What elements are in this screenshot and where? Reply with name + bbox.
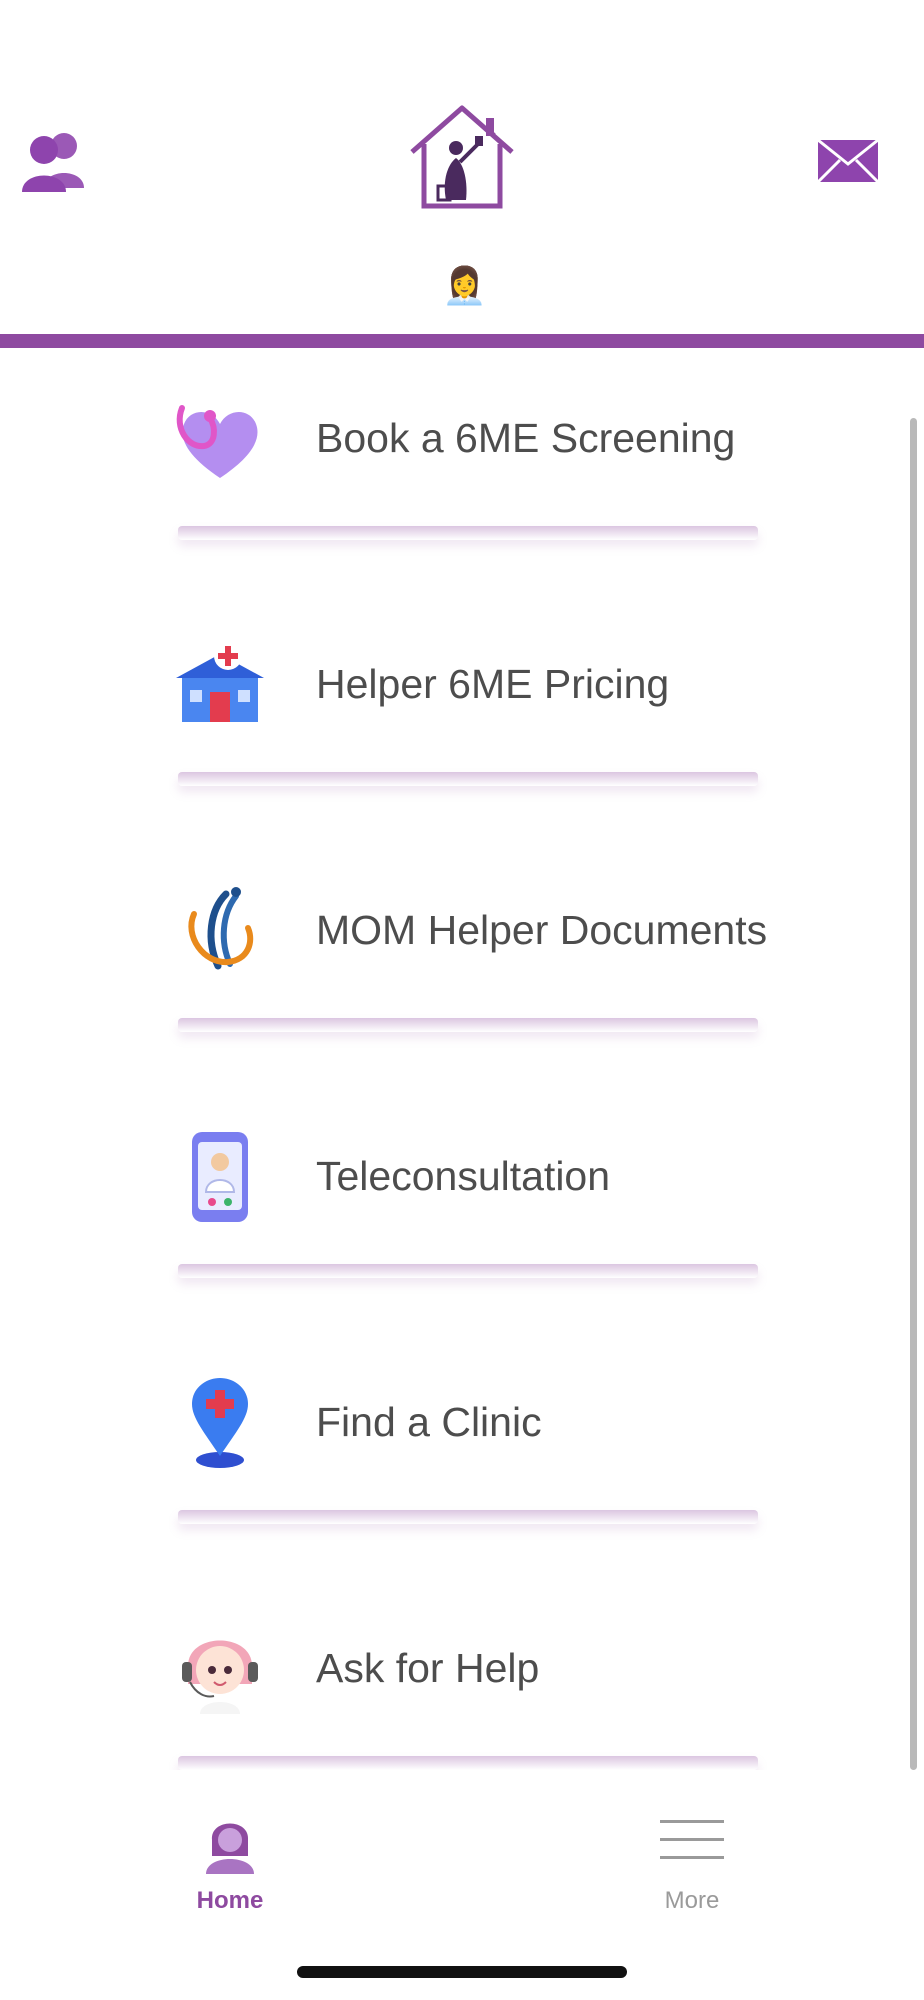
menu-label-mom-documents: MOM Helper Documents [316, 907, 768, 953]
envelope-icon [816, 138, 880, 184]
divider-shadow [178, 772, 758, 786]
menu-item-teleconsultation[interactable]: Teleconsultation [170, 1104, 790, 1244]
menu-item-pricing[interactable]: Helper 6ME Pricing [170, 612, 790, 752]
menu-label-teleconsultation: Teleconsultation [316, 1153, 611, 1199]
tab-home-label: Home [196, 1887, 264, 1914]
menu-item-book-screening[interactable]: Book a 6ME Screening [170, 366, 790, 506]
map-pin-clinic-icon [192, 1378, 248, 1468]
mom-logo-icon [188, 887, 254, 970]
tab-more[interactable]: More [612, 1810, 772, 1940]
menu-label-pricing: Helper 6ME Pricing [316, 661, 670, 707]
header-divider [0, 334, 924, 348]
menu-item-mom-documents[interactable]: MOM Helper Documents [170, 858, 790, 998]
menu-label-book-screening: Book a 6ME Screening [316, 415, 736, 461]
support-agent-icon [182, 1640, 258, 1714]
menu-item-find-clinic[interactable]: Find a Clinic [170, 1350, 790, 1490]
house-helper-logo [402, 100, 522, 212]
user-emoji: 👩‍💼 [442, 265, 487, 306]
divider-shadow [178, 1510, 758, 1524]
tab-more-label: More [664, 1887, 720, 1914]
hamburger-menu-icon [660, 1820, 724, 1859]
menu-list: Book a 6ME Screening Helper 6ME Pricing … [0, 348, 924, 1770]
woman-avatar-icon [206, 1823, 254, 1874]
menu-item-ask-help[interactable]: Ask for Help [170, 1596, 790, 1736]
divider-shadow [178, 1756, 758, 1770]
home-indicator [297, 1966, 627, 1978]
menu-label-find-clinic: Find a Clinic [316, 1399, 542, 1445]
hospital-building-icon [176, 642, 264, 722]
phone-doctor-icon [192, 1132, 248, 1222]
divider-shadow [178, 1264, 758, 1278]
scrollbar[interactable] [910, 418, 917, 1770]
divider-shadow [178, 526, 758, 540]
people-icon [22, 133, 84, 192]
menu-label-ask-help: Ask for Help [316, 1645, 540, 1691]
tab-home[interactable]: Home [150, 1810, 310, 1940]
divider-shadow [178, 1018, 758, 1032]
stethoscope-heart-icon [176, 405, 258, 478]
contacts-button[interactable] [18, 128, 90, 198]
app-header: 👩‍💼 [0, 0, 924, 348]
mail-button[interactable] [816, 136, 880, 186]
